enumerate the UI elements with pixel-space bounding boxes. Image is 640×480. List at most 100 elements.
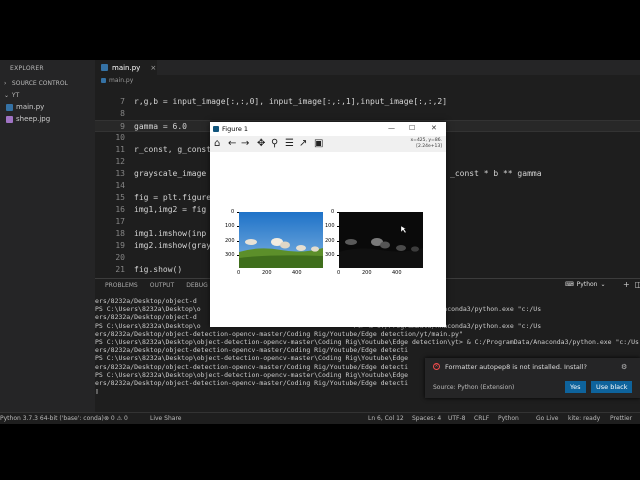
code-text: r,g,b = input_image[:,:,0], input_image[…	[134, 97, 448, 106]
minimize-icon[interactable]: —	[388, 124, 395, 132]
kite-status[interactable]: kite: ready	[568, 415, 600, 422]
y-tick-mark	[237, 241, 239, 242]
left-y-tick-label: 100	[225, 223, 235, 229]
breadcrumb-file[interactable]: main.py	[109, 77, 133, 84]
sidebar: EXPLORER › SOURCE CONTROL ⌄ YT main.py s…	[0, 60, 95, 412]
notification-message: Formatter autopep8 is not installed. Ins…	[445, 363, 587, 371]
line-number: 7	[120, 97, 125, 106]
line-number: 15	[115, 193, 125, 202]
tab-problems[interactable]: PROBLEMS	[105, 282, 138, 289]
prettier[interactable]: Prettier	[610, 415, 632, 422]
file-item-sheep-jpg[interactable]: sheep.jpg	[6, 115, 50, 123]
panel-tabs: PROBLEMS OUTPUT DEBUG C	[105, 282, 214, 289]
y-tick-mark	[337, 241, 339, 242]
y-tick-mark	[237, 255, 239, 256]
code-text: img1,img2 = fig	[134, 205, 207, 214]
encoding[interactable]: UTF-8	[448, 415, 466, 422]
explorer-title: EXPLORER	[10, 65, 44, 72]
code-text: fig.show()	[134, 265, 183, 274]
breadcrumb: main.py	[101, 77, 133, 84]
go-live[interactable]: Go Live	[536, 415, 558, 422]
code-line[interactable]: 8	[95, 108, 640, 120]
code-line[interactable]: 7 r,g,b = input_image[:,:,0], input_image…	[95, 96, 640, 108]
code-text: img1.imshow(inp	[134, 229, 207, 238]
line-number: 12	[115, 157, 125, 166]
line-number: 16	[115, 205, 125, 214]
code-text-tail: _const * b ** gamma	[450, 169, 542, 178]
editor-tab-bar: main.py ×	[95, 60, 640, 75]
status-bar: Python 3.7.3 64-bit ('base': conda) ⊗ 0 …	[0, 412, 640, 424]
line-number: 21	[115, 265, 125, 274]
problems-count[interactable]: ⊗ 0 ⚠ 0	[104, 415, 128, 422]
y-tick-mark	[237, 212, 239, 213]
panel-actions: + ◫ 🗑	[623, 280, 640, 289]
right-y-tick-label: 100	[325, 223, 335, 229]
left-y-tick-label: 300	[225, 252, 235, 258]
close-icon[interactable]: ✕	[431, 124, 437, 132]
left-y-tick-label: 200	[225, 238, 235, 244]
y-tick-mark	[337, 255, 339, 256]
terminal-selector[interactable]: ⌨ Python ⌄	[565, 281, 606, 288]
python-interpreter[interactable]: Python 3.7.3 64-bit ('base': conda)	[0, 415, 104, 422]
line-number: 10	[115, 133, 125, 142]
split-terminal-icon[interactable]: ◫	[635, 280, 640, 289]
folder-section[interactable]: ⌄ YT	[4, 92, 19, 99]
terminal-icon: ⌨	[565, 281, 574, 288]
configure-subplots-icon[interactable]: ☰	[285, 138, 294, 150]
original-image-plot[interactable]	[239, 212, 323, 268]
figure-title: Figure 1	[222, 125, 249, 133]
terminal-line: ers/8232a/Desktop/object-detection-openc…	[95, 329, 463, 338]
right-x-tick-label: 0	[337, 270, 341, 276]
add-terminal-icon[interactable]: +	[623, 280, 630, 289]
notification-toast: × Formatter autopep8 is not installed. I…	[425, 358, 640, 398]
line-number: 11	[115, 145, 125, 154]
line-number: 18	[115, 229, 125, 238]
coords-line-2: [2.24e+13]	[416, 144, 442, 149]
pan-icon[interactable]: ✥	[257, 138, 265, 150]
matplotlib-icon	[213, 126, 219, 132]
close-icon[interactable]: ×	[150, 64, 156, 72]
language-mode[interactable]: Python	[498, 415, 519, 422]
file-item-main-py[interactable]: main.py	[6, 103, 44, 111]
gear-icon[interactable]: ⚙	[621, 363, 627, 371]
tab-main-py[interactable]: main.py ×	[95, 60, 157, 75]
y-tick-mark	[337, 226, 339, 227]
line-endings[interactable]: CRLF	[474, 415, 489, 422]
source-control-section[interactable]: › SOURCE CONTROL	[4, 80, 68, 87]
back-arrow-icon[interactable]: ←	[228, 138, 236, 150]
right-y-tick-label: 0	[331, 209, 335, 215]
line-number: 20	[115, 253, 125, 262]
grayscale-image-plot[interactable]	[339, 212, 423, 268]
code-text: img2.imshow(gray	[134, 241, 212, 250]
left-x-tick-label: 0	[237, 270, 241, 276]
forward-arrow-icon[interactable]: →	[241, 138, 249, 150]
source-control-label: SOURCE CONTROL	[11, 80, 68, 87]
tab-output[interactable]: OUTPUT	[150, 282, 174, 289]
use-black-button[interactable]: Use black	[591, 381, 633, 393]
figure-title-bar: Figure 1 — ☐ ✕	[210, 122, 446, 137]
cursor-coordinates: x=425, y=86. [2.24e+13]	[411, 138, 442, 150]
chevron-down-icon: ⌄	[600, 281, 606, 288]
python-file-icon	[101, 64, 108, 71]
home-icon[interactable]: ⌂	[214, 138, 220, 150]
terminal-line: PS C:\Users\8232a\Desktop\object-detecti…	[95, 337, 639, 346]
left-y-tick-label: 0	[231, 209, 235, 215]
left-x-tick-label: 400	[292, 270, 302, 276]
notification-source: Source: Python (Extension)	[433, 384, 515, 391]
yes-button[interactable]: Yes	[565, 381, 586, 393]
save-icon[interactable]: ▣	[314, 138, 323, 150]
edit-axis-icon[interactable]: ↗	[299, 138, 307, 150]
figure-toolbar: ⌂ ← → ✥ ⚲ ☰ ↗ ▣ x=425, y=86. [2.24e+13]	[210, 136, 446, 152]
indentation[interactable]: Spaces: 4	[412, 415, 441, 422]
top-letterbox	[0, 0, 640, 60]
maximize-icon[interactable]: ☐	[409, 124, 415, 132]
line-number: 13	[115, 169, 125, 178]
left-x-tick-label: 200	[262, 270, 272, 276]
live-share[interactable]: Live Share	[150, 415, 181, 422]
cursor-position[interactable]: Ln 6, Col 12	[368, 415, 404, 422]
zoom-icon[interactable]: ⚲	[271, 138, 278, 150]
right-y-tick-label: 300	[325, 252, 335, 258]
line-number: 8	[120, 109, 125, 118]
code-text: r_const, g_const	[134, 145, 212, 154]
python-file-icon	[6, 103, 13, 111]
